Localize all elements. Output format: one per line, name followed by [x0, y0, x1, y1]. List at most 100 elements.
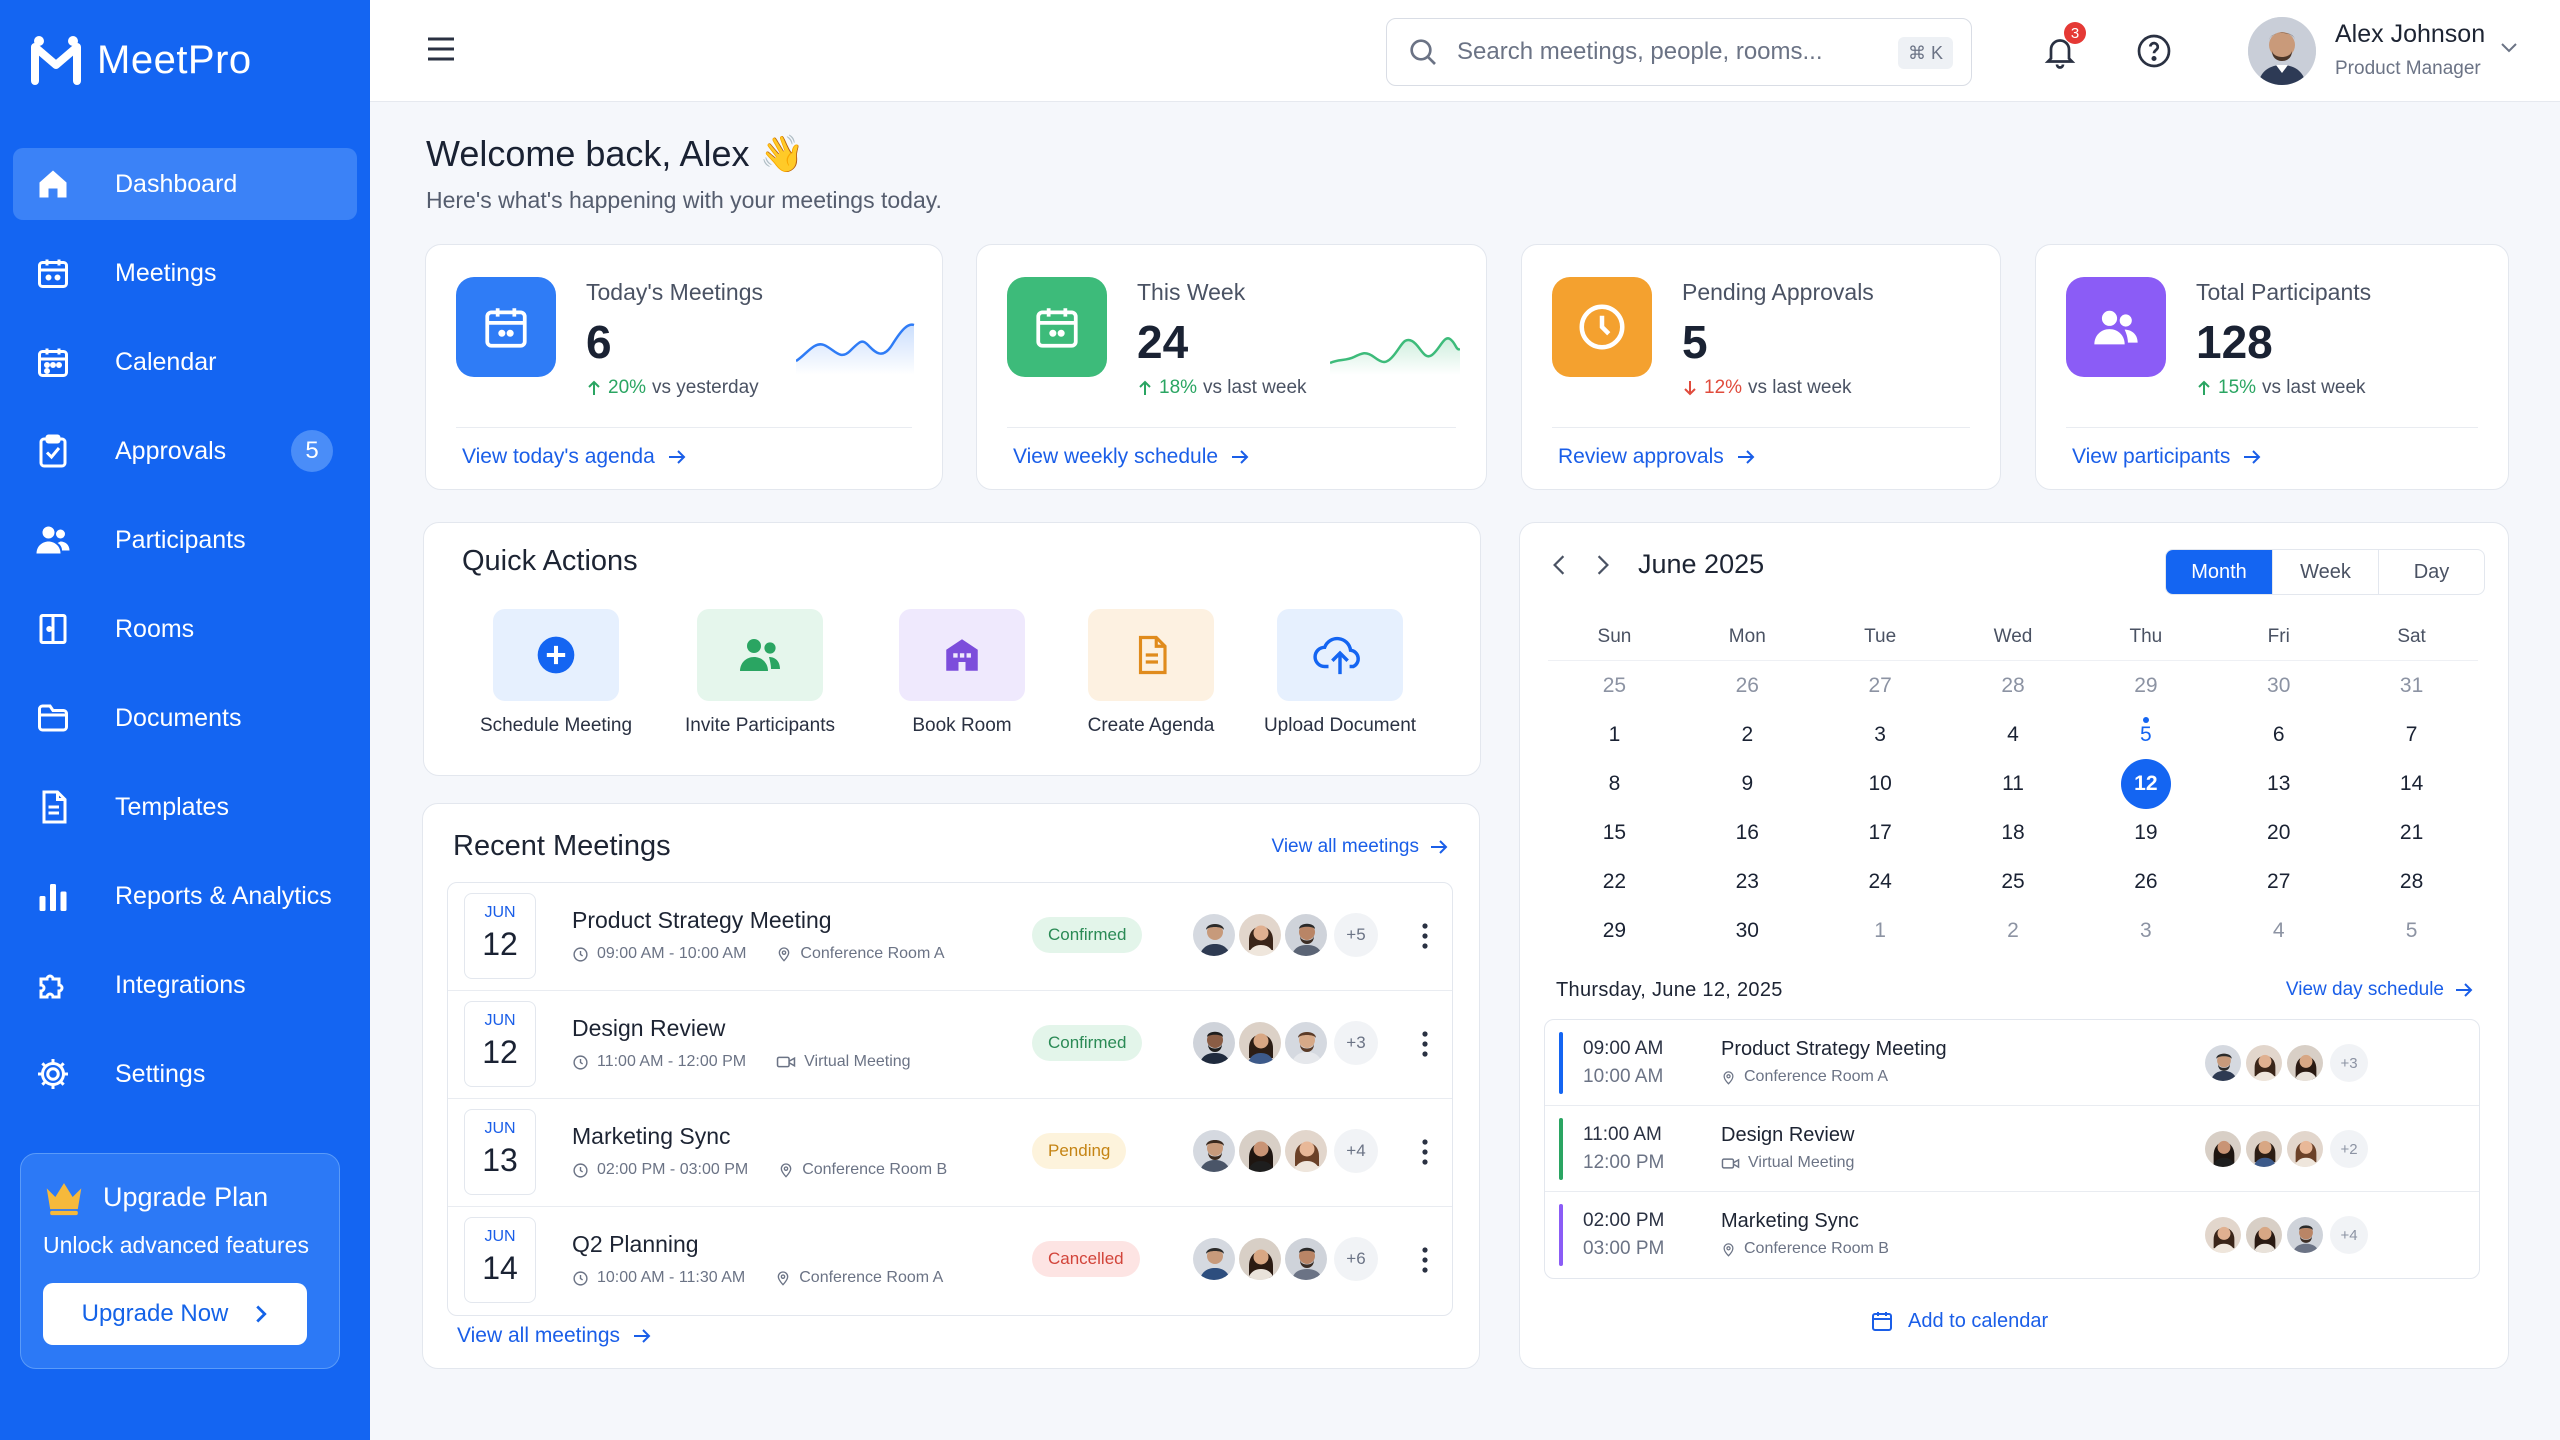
- more-participants-chip[interactable]: +5: [1334, 913, 1378, 957]
- view-day-schedule-link[interactable]: View day schedule: [2286, 979, 2474, 1001]
- add-to-calendar-button[interactable]: Add to calendar: [1870, 1309, 2048, 1333]
- book-room-button[interactable]: Book Room: [882, 609, 1042, 737]
- calendar-day[interactable]: 23: [1681, 870, 1814, 894]
- calendar-day[interactable]: 18: [1947, 821, 2080, 845]
- calendar-day[interactable]: 22: [1548, 870, 1681, 894]
- view-todays-agenda-link[interactable]: View today's agenda: [462, 445, 687, 469]
- app-logo[interactable]: MeetPro: [29, 33, 252, 87]
- calendar-day[interactable]: 3: [2079, 919, 2212, 943]
- view-day-tab[interactable]: Day: [2378, 550, 2484, 594]
- calendar-day[interactable]: 27: [2212, 870, 2345, 894]
- calendar-day[interactable]: 19: [2079, 821, 2212, 845]
- sidebar-item-settings[interactable]: Settings: [13, 1038, 357, 1110]
- meeting-row[interactable]: JUN 12 Design Review 11:00 AM - 12:00 PM…: [448, 991, 1452, 1099]
- calendar-day[interactable]: 1: [1548, 723, 1681, 747]
- calendar-day[interactable]: 15: [1548, 821, 1681, 845]
- calendar-day[interactable]: 7: [2345, 723, 2478, 747]
- meeting-row[interactable]: JUN 13 Marketing Sync 02:00 PM - 03:00 P…: [448, 1099, 1452, 1207]
- view-month-tab[interactable]: Month: [2166, 550, 2272, 594]
- view-weekly-schedule-link[interactable]: View weekly schedule: [1013, 445, 1250, 469]
- calendar-day[interactable]: 26: [1681, 674, 1814, 698]
- calendar-day[interactable]: 13: [2212, 772, 2345, 796]
- calendar-day[interactable]: 28: [1947, 674, 2080, 698]
- calendar-day[interactable]: 26: [2079, 870, 2212, 894]
- user-avatar[interactable]: [2248, 17, 2316, 85]
- view-all-meetings-link[interactable]: View all meetings: [1271, 836, 1449, 858]
- next-month-button[interactable]: [1592, 554, 1614, 576]
- more-participants-chip[interactable]: +4: [1334, 1129, 1378, 1173]
- meeting-row[interactable]: JUN 14 Q2 Planning 10:00 AM - 11:30 AM C…: [448, 1207, 1452, 1315]
- calendar-day[interactable]: 25: [1548, 674, 1681, 698]
- calendar-day[interactable]: 24: [1814, 870, 1947, 894]
- review-approvals-link[interactable]: Review approvals: [1558, 445, 1756, 469]
- create-agenda-button[interactable]: Create Agenda: [1071, 609, 1231, 737]
- invite-participants-button[interactable]: Invite Participants: [680, 609, 840, 737]
- calendar-day[interactable]: 14: [2345, 772, 2478, 796]
- search-input[interactable]: Search meetings, people, rooms... ⌘ K: [1386, 18, 1972, 86]
- sidebar-item-documents[interactable]: Documents: [13, 682, 357, 754]
- schedule-item[interactable]: 02:00 PM 03:00 PM Marketing Sync Confere…: [1545, 1192, 2479, 1278]
- schedule-item[interactable]: 11:00 AM 12:00 PM Design Review Virtual …: [1545, 1106, 2479, 1192]
- calendar-day-today[interactable]: 12: [2079, 758, 2212, 809]
- calendar-day[interactable]: 10: [1814, 772, 1947, 796]
- sidebar-item-reports[interactable]: Reports & Analytics: [13, 860, 357, 932]
- view-participants-link[interactable]: View participants: [2072, 445, 2262, 469]
- calendar-day[interactable]: 31: [2345, 674, 2478, 698]
- prev-month-button[interactable]: [1548, 554, 1570, 576]
- location-label: Conference Room B: [1744, 1240, 1889, 1257]
- upload-document-button[interactable]: Upload Document: [1260, 609, 1420, 737]
- meeting-options-button[interactable]: [1420, 1245, 1430, 1275]
- sidebar-item-integrations[interactable]: Integrations: [13, 949, 357, 1021]
- calendar-day-with-event[interactable]: 5: [2079, 716, 2212, 747]
- calendar-day[interactable]: 9: [1681, 772, 1814, 796]
- calendar-day[interactable]: 17: [1814, 821, 1947, 845]
- sidebar-item-rooms[interactable]: Rooms: [13, 593, 357, 665]
- more-participants-chip[interactable]: +4: [2330, 1216, 2368, 1254]
- sidebar-item-participants[interactable]: Participants: [13, 504, 357, 576]
- help-button[interactable]: [2136, 33, 2172, 69]
- meeting-row[interactable]: JUN 12 Product Strategy Meeting 09:00 AM…: [448, 883, 1452, 991]
- calendar-day[interactable]: 4: [1947, 723, 2080, 747]
- upgrade-now-button[interactable]: Upgrade Now: [43, 1283, 307, 1345]
- meeting-options-button[interactable]: [1420, 1029, 1430, 1059]
- meeting-options-button[interactable]: [1420, 1137, 1430, 1167]
- view-week-tab[interactable]: Week: [2272, 550, 2378, 594]
- sidebar-item-approvals[interactable]: Approvals 5: [13, 415, 357, 487]
- more-participants-chip[interactable]: +2: [2330, 1130, 2368, 1168]
- calendar-day[interactable]: 25: [1947, 870, 2080, 894]
- calendar-day[interactable]: 11: [1947, 772, 2080, 796]
- calendar-day[interactable]: 16: [1681, 821, 1814, 845]
- schedule-meeting-button[interactable]: Schedule Meeting: [476, 609, 636, 737]
- calendar-day[interactable]: 2: [1681, 723, 1814, 747]
- more-participants-chip[interactable]: +3: [2330, 1044, 2368, 1082]
- calendar-day[interactable]: 2: [1947, 919, 2080, 943]
- view-all-meetings-footer-link[interactable]: View all meetings: [457, 1324, 652, 1348]
- calendar-day[interactable]: 27: [1814, 674, 1947, 698]
- calendar-day[interactable]: 1: [1814, 919, 1947, 943]
- cloud-upload-icon: [1313, 636, 1360, 675]
- calendar-day[interactable]: 5: [2345, 919, 2478, 943]
- sidebar-item-templates[interactable]: Templates: [13, 771, 357, 843]
- user-menu-toggle[interactable]: [2500, 42, 2518, 54]
- calendar-day[interactable]: 21: [2345, 821, 2478, 845]
- menu-toggle-button[interactable]: [426, 36, 456, 62]
- sidebar-item-calendar[interactable]: Calendar: [13, 326, 357, 398]
- calendar-day[interactable]: 29: [1548, 919, 1681, 943]
- stat-label: Pending Approvals: [1682, 279, 1874, 305]
- more-participants-chip[interactable]: +6: [1334, 1237, 1378, 1281]
- calendar-day[interactable]: 3: [1814, 723, 1947, 747]
- calendar-day[interactable]: 28: [2345, 870, 2478, 894]
- calendar-day[interactable]: 29: [2079, 674, 2212, 698]
- meeting-day: 12: [482, 1034, 518, 1070]
- calendar-day[interactable]: 20: [2212, 821, 2345, 845]
- calendar-day[interactable]: 30: [1681, 919, 1814, 943]
- more-participants-chip[interactable]: +3: [1334, 1021, 1378, 1065]
- calendar-day[interactable]: 8: [1548, 772, 1681, 796]
- calendar-day[interactable]: 6: [2212, 723, 2345, 747]
- calendar-day[interactable]: 4: [2212, 919, 2345, 943]
- calendar-day[interactable]: 30: [2212, 674, 2345, 698]
- sidebar-item-dashboard[interactable]: Dashboard: [13, 148, 357, 220]
- schedule-item[interactable]: 09:00 AM 10:00 AM Product Strategy Meeti…: [1545, 1020, 2479, 1106]
- sidebar-item-meetings[interactable]: Meetings: [13, 237, 357, 309]
- meeting-options-button[interactable]: [1420, 921, 1430, 951]
